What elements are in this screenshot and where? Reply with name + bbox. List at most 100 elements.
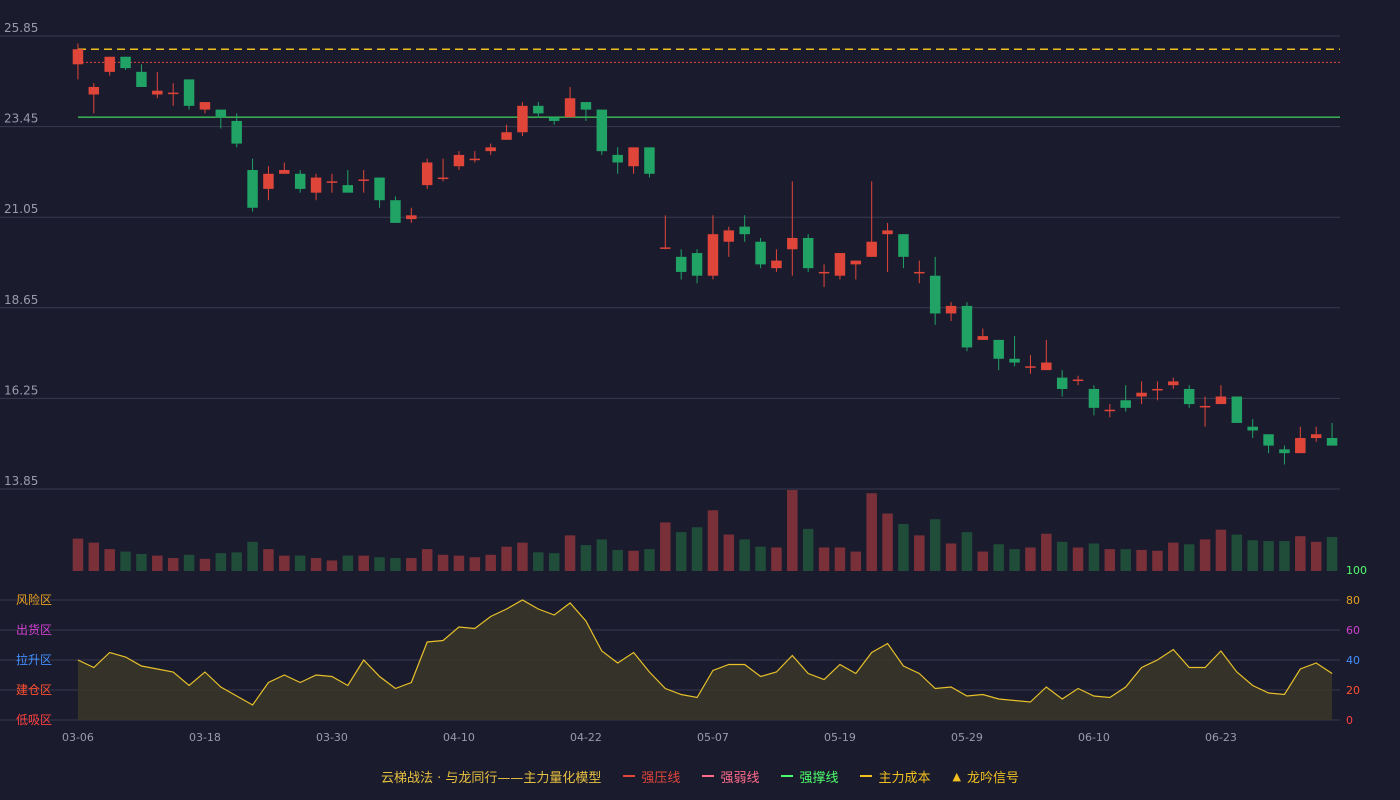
candle-body bbox=[929, 275, 941, 314]
volume-bar bbox=[1152, 550, 1163, 571]
candle-body bbox=[1231, 396, 1243, 423]
candle-body bbox=[1072, 379, 1084, 382]
legend-item-strong-pressure[interactable]: 强压线 bbox=[623, 767, 680, 786]
osc-zone-label: 风险区 bbox=[16, 592, 52, 607]
volume-bar bbox=[517, 542, 528, 571]
candle-body bbox=[437, 177, 449, 180]
volume-bar bbox=[596, 539, 608, 571]
candle-body bbox=[1279, 449, 1290, 454]
x-tick-label: 03-18 bbox=[189, 731, 221, 744]
candle-body bbox=[485, 147, 496, 152]
candle-body bbox=[136, 71, 147, 87]
candle-body bbox=[358, 179, 369, 181]
candle-body bbox=[1183, 388, 1195, 405]
volume-bar bbox=[199, 558, 211, 571]
volume-bar bbox=[660, 522, 671, 571]
candle-body bbox=[1215, 396, 1227, 405]
candle-body bbox=[596, 109, 608, 152]
candle-body bbox=[1120, 400, 1131, 408]
volume-bar bbox=[501, 546, 512, 571]
candle-body bbox=[1326, 438, 1338, 446]
candle-body bbox=[548, 117, 560, 121]
x-tick-label: 04-10 bbox=[443, 731, 475, 744]
candle-body bbox=[628, 147, 639, 167]
candle-body bbox=[279, 170, 290, 174]
volume-bar bbox=[787, 490, 798, 571]
osc-tick-label: 0 bbox=[1346, 714, 1353, 727]
x-tick-label: 05-07 bbox=[697, 731, 729, 744]
solid-line-icon bbox=[781, 775, 794, 777]
dashed-line-icon bbox=[702, 775, 715, 777]
legend-label: 强弱线 bbox=[720, 770, 760, 786]
volume-bar bbox=[977, 551, 989, 571]
x-tick-label: 03-06 bbox=[62, 731, 94, 744]
legend-item-signal[interactable]: ▲ 龙吟信号 bbox=[952, 767, 1018, 786]
candle-body bbox=[882, 230, 893, 235]
volume-bar bbox=[294, 555, 306, 571]
volume-bar bbox=[533, 552, 544, 571]
volume-bar bbox=[1199, 539, 1211, 571]
volume-bar bbox=[1056, 541, 1068, 571]
candle-body bbox=[818, 271, 830, 274]
volume-bar bbox=[1088, 543, 1100, 571]
candle-body bbox=[961, 305, 973, 348]
candle-body bbox=[390, 200, 401, 223]
candle-body bbox=[104, 56, 115, 72]
volume-bar bbox=[72, 538, 84, 571]
candle-body bbox=[580, 102, 592, 110]
x-tick-label: 05-19 bbox=[824, 731, 856, 744]
legend-item-strong-support[interactable]: 强撑线 bbox=[781, 767, 838, 786]
volume-bar bbox=[755, 546, 766, 571]
osc-tick-label: 40 bbox=[1346, 654, 1360, 667]
candle-body bbox=[1041, 362, 1052, 371]
candle-body bbox=[231, 120, 242, 144]
volume-bar bbox=[580, 545, 592, 571]
candle-body bbox=[675, 256, 687, 272]
volume-bar bbox=[914, 535, 925, 571]
volume-bar bbox=[247, 541, 258, 571]
volume-bar bbox=[1263, 541, 1274, 571]
candle-body bbox=[183, 79, 195, 106]
volume-bar bbox=[1072, 547, 1084, 571]
candle-body bbox=[199, 102, 211, 110]
stock-chart: 25.85 23.45 21.05 18.65 16.25 13.85 0 20 40 60 80 1… bbox=[0, 21, 1367, 744]
volume-bar bbox=[136, 553, 147, 571]
legend-item-strong-weak[interactable]: 强弱线 bbox=[702, 767, 759, 786]
volume-bar bbox=[1310, 541, 1322, 571]
candle-body bbox=[374, 177, 385, 201]
volume-bar bbox=[1295, 536, 1306, 571]
legend-title: 云梯战法 · 与龙同行——主力量化模型 bbox=[381, 770, 602, 786]
volume-bar bbox=[167, 558, 179, 571]
candle-body bbox=[898, 234, 909, 257]
volume-bar bbox=[1168, 542, 1179, 571]
candle-body bbox=[310, 177, 322, 193]
candle-body bbox=[1009, 358, 1020, 363]
candle-body bbox=[1088, 388, 1100, 408]
volume-bar bbox=[342, 555, 354, 571]
osc-tick-label: 60 bbox=[1346, 624, 1360, 637]
volume-bar bbox=[263, 549, 274, 571]
volume-bar bbox=[1279, 541, 1290, 571]
price-tick-label: 16.25 bbox=[4, 383, 38, 397]
legend-label: 强撑线 bbox=[799, 770, 839, 786]
candle-body bbox=[993, 339, 1004, 359]
volume-bar bbox=[279, 555, 290, 571]
candle-body bbox=[215, 109, 227, 118]
volume-bar bbox=[723, 534, 735, 571]
volume-bar bbox=[1041, 533, 1052, 571]
price-tick-label: 23.45 bbox=[4, 112, 38, 126]
candle-body bbox=[1025, 366, 1036, 368]
volume-bar bbox=[358, 555, 369, 571]
candle-body bbox=[406, 215, 417, 220]
osc-zone-label: 拉升区 bbox=[16, 652, 52, 667]
candle-body bbox=[501, 132, 512, 140]
volume-bar bbox=[390, 558, 401, 571]
volume-bar bbox=[406, 558, 417, 571]
volume-bar bbox=[739, 539, 750, 571]
x-tick-label: 05-29 bbox=[951, 731, 983, 744]
candle-body bbox=[1104, 409, 1116, 412]
legend-label: 龙吟信号 bbox=[966, 770, 1019, 786]
volume-bar bbox=[469, 557, 481, 571]
legend-item-main-cost[interactable]: 主力成本 bbox=[860, 767, 930, 786]
candle-body bbox=[1247, 426, 1258, 431]
